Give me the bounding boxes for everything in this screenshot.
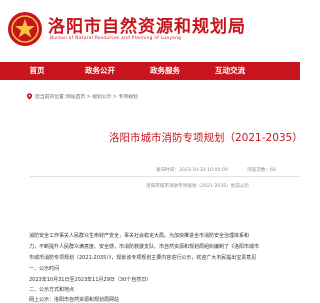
nav-item-home[interactable]: 首页	[22, 62, 52, 80]
article-meta: 发布时间：2023-10-31 10:00:00 浏览次数：69	[0, 167, 300, 175]
article-paragraph: 消防安全工作事关人民群众生命财产安全，事关社会稳定大局。为加快推进全市消防安全治…	[29, 233, 250, 239]
nav-item-interaction[interactable]: 互动交流	[205, 62, 255, 80]
release-time: 发布时间：2023-10-31 10:00:00	[156, 168, 228, 173]
title-divider	[30, 176, 300, 177]
breadcrumb-label: 您当前的位置：	[35, 95, 69, 100]
main-nav: 首页 政务公开 政务服务 互动交流	[0, 62, 300, 80]
article-paragraph: 力，不断提升人民群众满意度、安全感，市消防救援支队、市自然资源和规划局组织编制了…	[29, 244, 260, 250]
announcement-subtitle: 洛阳市城市消防专项规划（2021-2035）批前公示	[146, 184, 250, 189]
emblem-logo-icon	[8, 12, 42, 46]
nav-item-government-affairs-disclosure[interactable]: 政务公开	[75, 62, 125, 80]
site-subtitle: Bureau of Natural Resources and Planning…	[50, 36, 182, 41]
section-heading-method: 二、公示方式和地点	[29, 287, 75, 293]
breadcrumb: 您当前的位置： 网站首页 > 规划公示 > 专项规划	[0, 92, 300, 102]
site-header: 洛阳市自然资源和规划局 Bureau of Natural Resources …	[0, 0, 300, 62]
article-paragraph: 2023年10月31日至2023年11月29日（30个自然日）	[29, 277, 152, 283]
view-count: 浏览次数：69	[247, 168, 276, 173]
article-title: 洛阳市城市消防专项规划（2021-2035）	[109, 132, 303, 144]
nav-item-government-services[interactable]: 政务服务	[140, 62, 190, 80]
site-title[interactable]: 洛阳市自然资源和规划局	[48, 12, 246, 37]
location-pin-icon	[26, 93, 33, 100]
breadcrumb-path[interactable]: 网站首页 > 规划公示 > 专项规划	[66, 93, 138, 100]
section-heading-time: 一、公示时间	[29, 266, 60, 272]
article-paragraph: 市城市消防专项规划（2021-2035）》，现就该专项规划主要内容进行公示，欢迎…	[29, 255, 257, 261]
